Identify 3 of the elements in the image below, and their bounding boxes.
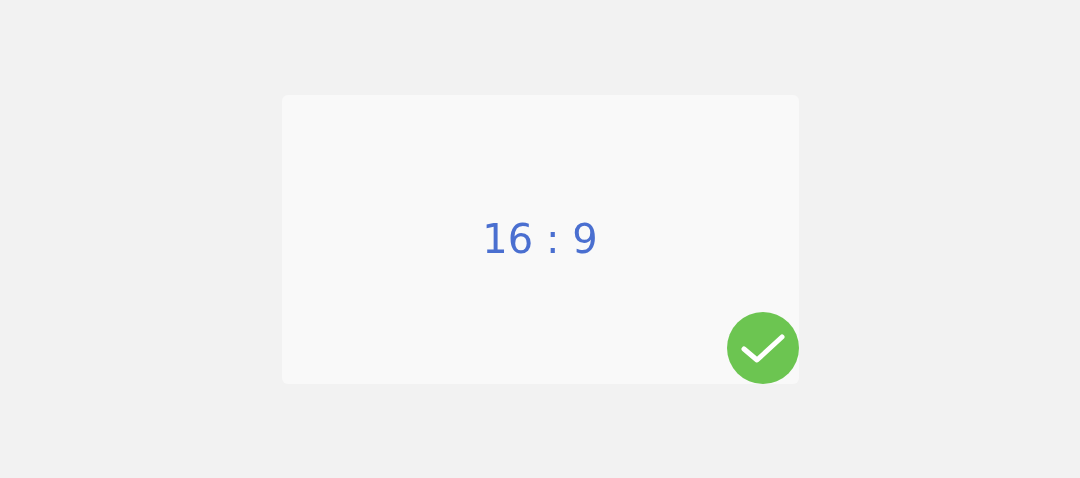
checkmark-icon <box>726 311 799 384</box>
ratio-label: 16 : 9 <box>482 216 598 262</box>
ratio-option-card[interactable]: 16 : 9 <box>281 94 799 384</box>
